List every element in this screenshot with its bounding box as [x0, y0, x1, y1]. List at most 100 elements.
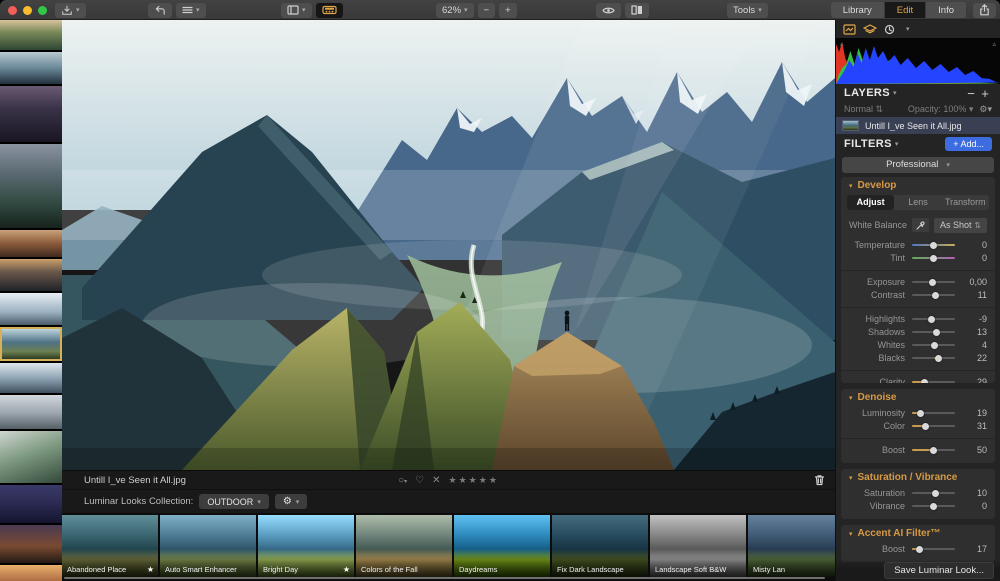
photo-canvas[interactable]: [62, 20, 835, 470]
slider-track[interactable]: [912, 318, 955, 320]
filmstrip-thumbnail[interactable]: [0, 363, 62, 393]
slider-track[interactable]: [912, 548, 955, 550]
slider-knob[interactable]: [931, 342, 938, 349]
white-balance-dropper-button[interactable]: [912, 218, 929, 232]
color-label-dropdown[interactable]: ○▾: [398, 475, 407, 486]
highlight-clipping-icon[interactable]: ▵: [992, 40, 996, 48]
blend-mode-select[interactable]: Normal ⇅: [844, 104, 883, 115]
star-icon[interactable]: ★: [147, 565, 154, 574]
look-preset[interactable]: Landscape Soft B&W: [650, 515, 746, 577]
slider-knob[interactable]: [922, 423, 929, 430]
favorite-heart-icon[interactable]: ♡: [415, 475, 424, 486]
slider-track[interactable]: [912, 492, 955, 494]
slider-knob[interactable]: [930, 255, 937, 262]
filmstrip-thumbnail[interactable]: [0, 230, 62, 257]
zoom-level-dropdown[interactable]: 62% ▾: [436, 3, 474, 18]
look-preset[interactable]: Colors of the Fall: [356, 515, 452, 577]
slider-track[interactable]: [912, 281, 955, 283]
compare-button[interactable]: [625, 3, 649, 18]
filmstrip-thumbnail[interactable]: [0, 431, 62, 483]
add-layer-button[interactable]: +: [978, 86, 992, 101]
look-preset[interactable]: Auto Smart Enhancer: [160, 515, 256, 577]
filmstrip-thumbnail[interactable]: [0, 395, 62, 429]
quick-edit-icon[interactable]: [843, 24, 856, 35]
close-window-button[interactable]: [8, 6, 17, 15]
slider-knob[interactable]: [933, 329, 940, 336]
slider-knob[interactable]: [930, 447, 937, 454]
zoom-in-button[interactable]: +: [499, 3, 517, 18]
minimize-window-button[interactable]: [23, 6, 32, 15]
zoom-out-button[interactable]: −: [478, 3, 496, 18]
scrollbar-thumb[interactable]: [64, 577, 825, 579]
slider-track[interactable]: [912, 331, 955, 333]
slider-track[interactable]: [912, 257, 955, 259]
tools-dropdown[interactable]: Tools ▾: [727, 3, 768, 18]
look-preset[interactable]: Fix Dark Landscape: [552, 515, 648, 577]
saturation-vibrance-header[interactable]: ▾Saturation / Vibrance: [841, 469, 995, 487]
histogram[interactable]: ▵ ▵: [836, 38, 1000, 84]
star-rating[interactable]: ★★★★★: [449, 475, 499, 486]
zoom-window-button[interactable]: [38, 6, 47, 15]
save-luminar-look-button[interactable]: Save Luminar Look...: [884, 562, 994, 579]
quick-preview-button[interactable]: [596, 3, 621, 18]
filmstrip-thumbnail-selected[interactable]: [0, 327, 62, 361]
filmstrip-thumbnail[interactable]: [0, 86, 62, 142]
chevron-down-icon[interactable]: ▾: [893, 89, 897, 97]
slider-knob[interactable]: [930, 242, 937, 249]
looks-collection-dropdown[interactable]: OUTDOOR ▾: [199, 494, 269, 509]
slider-track[interactable]: [912, 505, 955, 507]
trash-button[interactable]: [814, 474, 825, 489]
develop-tab-transform[interactable]: Transform: [942, 195, 989, 210]
tab-info[interactable]: Info: [926, 2, 967, 18]
slider-knob[interactable]: [932, 292, 939, 299]
opacity-control[interactable]: Opacity: 100% ▾: [908, 104, 974, 115]
filmstrip-thumbnail[interactable]: [0, 52, 62, 84]
slider-knob[interactable]: [917, 410, 924, 417]
slider-track[interactable]: [912, 357, 955, 359]
slider-track[interactable]: [912, 425, 955, 427]
slider-track[interactable]: [912, 344, 955, 346]
develop-tab-lens[interactable]: Lens: [894, 195, 941, 210]
slider-knob[interactable]: [928, 316, 935, 323]
add-filters-button[interactable]: + Add...: [945, 137, 992, 151]
view-options-button[interactable]: ▾: [176, 3, 206, 18]
slider-knob[interactable]: [935, 355, 942, 362]
denoise-header[interactable]: ▾Denoise: [841, 389, 995, 407]
history-clock-icon[interactable]: [884, 24, 896, 35]
filmstrip-thumbnail[interactable]: [0, 293, 62, 325]
filmstrip-thumbnail[interactable]: [0, 525, 62, 563]
slider-track[interactable]: [912, 244, 955, 246]
slider-track[interactable]: [912, 449, 955, 451]
layer-settings-button[interactable]: ⚙▾: [979, 104, 992, 115]
layer-row[interactable]: Untill I_ve Seen it All.jpg: [836, 117, 1000, 134]
filmstrip-thumbnail[interactable]: [0, 565, 62, 581]
accent-ai-filter-header[interactable]: ▾Accent AI Filter™: [841, 525, 995, 543]
filmstrip-thumbnail[interactable]: [0, 144, 62, 228]
filmstrip-thumbnail[interactable]: [0, 259, 62, 291]
tab-edit[interactable]: Edit: [885, 2, 926, 18]
slider-knob[interactable]: [929, 279, 936, 286]
tab-library[interactable]: Library: [831, 2, 885, 18]
slider-knob[interactable]: [930, 503, 937, 510]
slider-knob[interactable]: [916, 546, 923, 553]
slider-track[interactable]: [912, 381, 955, 383]
develop-header[interactable]: ▾ Develop: [841, 177, 995, 195]
filmstrip-thumbnail[interactable]: [0, 20, 62, 50]
looks-settings-button[interactable]: ⚙ ▾: [275, 494, 307, 509]
undo-button[interactable]: [148, 3, 172, 18]
slider-track[interactable]: [912, 412, 955, 414]
look-preset[interactable]: Misty Lan: [748, 515, 835, 577]
filmstrip-thumbnail[interactable]: [0, 485, 62, 523]
look-preset[interactable]: Bright Day★: [258, 515, 354, 577]
white-balance-select[interactable]: As Shot ⇅: [934, 218, 987, 233]
export-button[interactable]: ▾: [55, 3, 86, 18]
look-preset[interactable]: Daydreams: [454, 515, 550, 577]
look-preset[interactable]: Abandoned Place★: [62, 515, 158, 577]
shadow-clipping-icon[interactable]: ▵: [840, 40, 844, 48]
remove-layer-button[interactable]: −: [964, 86, 978, 101]
slider-track[interactable]: [912, 294, 955, 296]
looks-scrollbar[interactable]: [62, 577, 835, 581]
develop-tab-adjust[interactable]: Adjust: [847, 195, 894, 210]
chevron-down-icon[interactable]: ▾: [906, 25, 910, 33]
chevron-down-icon[interactable]: ▾: [895, 140, 899, 148]
